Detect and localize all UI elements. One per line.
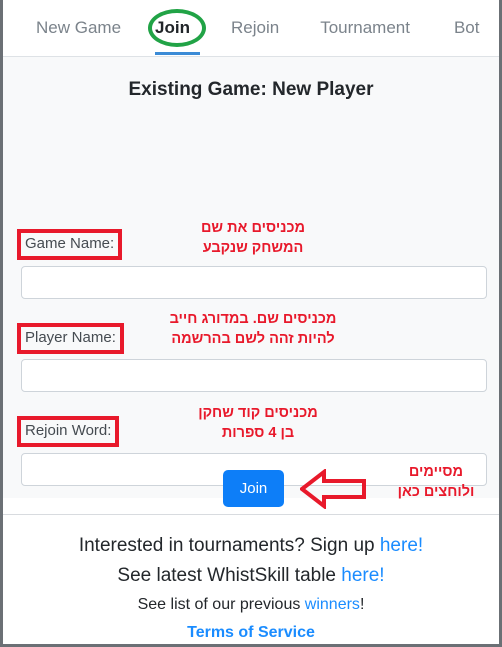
terms-of-service-link[interactable]: Terms of Service bbox=[187, 624, 315, 641]
footer-line-tournaments-text: Interested in tournaments? Sign up bbox=[78, 535, 380, 556]
form-title: Existing Game: New Player bbox=[128, 79, 374, 100]
footer-line-whistskill: See latest WhistSkill table here! bbox=[3, 561, 499, 591]
footer-line-winners-suffix: ! bbox=[359, 596, 365, 613]
signup-here-link[interactable]: here! bbox=[380, 535, 423, 556]
tab-tournament[interactable]: Tournament bbox=[320, 18, 410, 38]
game-name-input[interactable] bbox=[21, 266, 487, 299]
tab-bar: New Game Join Rejoin Tournament Bot bbox=[3, 0, 499, 57]
join-submit-button[interactable]: Join bbox=[223, 470, 284, 507]
game-name-label: Game Name: bbox=[17, 229, 123, 260]
winners-link[interactable]: winners bbox=[305, 596, 360, 613]
game-name-annotation: מכניסים את שם המשחק שנקבע bbox=[200, 220, 305, 256]
tab-new-game[interactable]: New Game bbox=[36, 18, 121, 38]
submit-annotation: מסיימים ולוחצים כאן bbox=[397, 464, 475, 500]
player-name-annotation: מכניסים שם. במדורג חייב להיות זהה לשם בה… bbox=[169, 311, 337, 347]
tab-rejoin[interactable]: Rejoin bbox=[231, 18, 279, 38]
footer-line-winners: See list of our previous winners! bbox=[3, 591, 499, 619]
tab-bot[interactable]: Bot bbox=[454, 18, 480, 38]
footer-line-terms: Terms of Service bbox=[3, 619, 499, 644]
tab-join[interactable]: Join bbox=[155, 18, 190, 38]
player-name-label: Player Name: bbox=[17, 323, 124, 354]
footer-line-tournaments: Interested in tournaments? Sign up here! bbox=[3, 531, 499, 561]
rejoin-word-label: Rejoin Word: bbox=[17, 416, 120, 447]
whistskill-here-link[interactable]: here! bbox=[341, 565, 384, 586]
join-form-panel: Existing Game: New Player Game Name: מכנ… bbox=[3, 57, 499, 511]
footer-line-winners-text: See list of our previous bbox=[137, 596, 305, 613]
app-window: New Game Join Rejoin Tournament Bot Exis… bbox=[0, 0, 502, 647]
footer-line-whistskill-text: See latest WhistSkill table bbox=[117, 565, 342, 586]
footer: Interested in tournaments? Sign up here!… bbox=[3, 514, 499, 644]
player-name-input[interactable] bbox=[21, 359, 487, 392]
rejoin-word-annotation: מכניסים קוד שחקן בן 4 ספרות bbox=[198, 405, 318, 441]
active-tab-underline bbox=[155, 52, 200, 55]
